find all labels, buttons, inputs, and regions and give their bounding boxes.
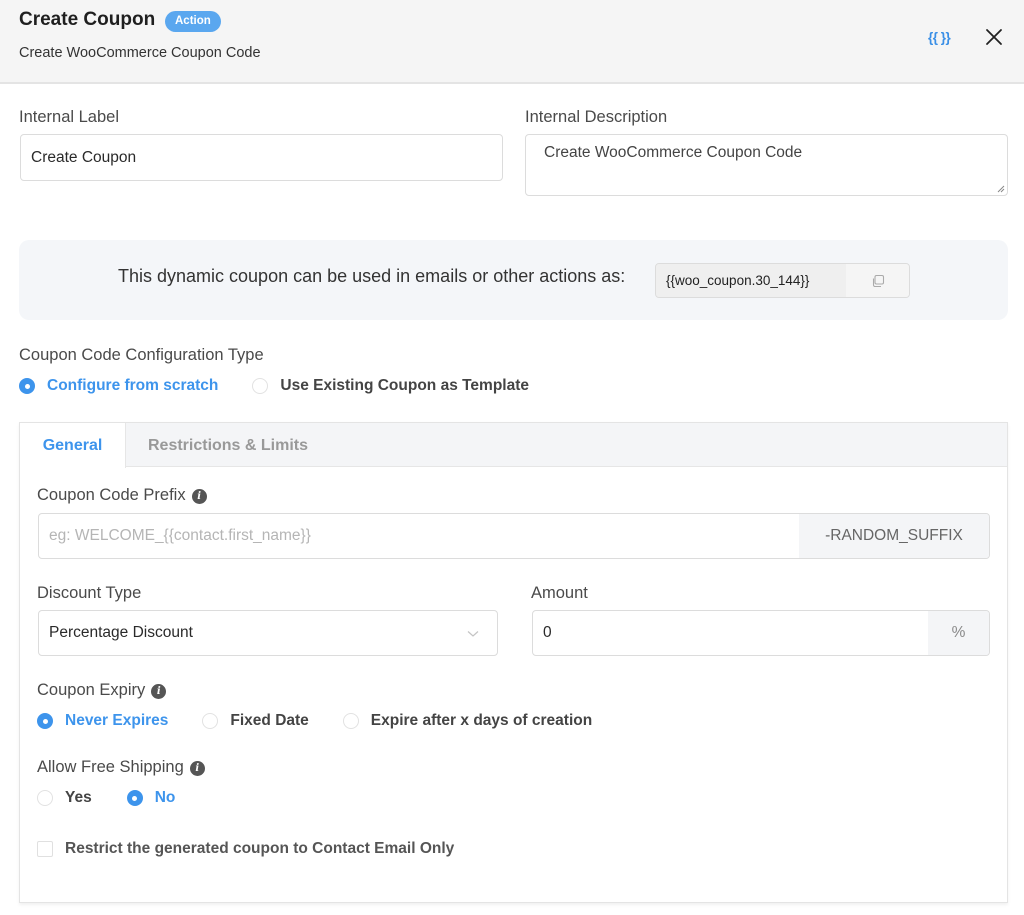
radio-never-expires[interactable]: Never Expires [37,712,168,730]
restrict-email-label: Restrict the generated coupon to Contact… [65,840,455,857]
radio-label: No [154,789,176,806]
smartcode-icon[interactable]: {{ }} [928,30,951,45]
discount-type-selected: Percentage Discount [49,624,193,641]
restrict-email-checkbox-row[interactable]: Restrict the generated coupon to Contact… [37,840,454,858]
coupon-smartcode[interactable]: {{woo_coupon.30_144}} [656,264,847,297]
coupon-prefix-placeholder: eg: WELCOME_{{contact.first_name}} [49,527,311,544]
radio-label: Use Existing Coupon as Template [280,377,530,394]
info-icon[interactable]: i [191,489,207,504]
random-suffix-addon: -RANDOM_SUFFIX [799,514,989,558]
radio-use-existing-coupon[interactable]: Use Existing Coupon as Template [252,377,529,395]
tab-restrictions-limits[interactable]: Restrictions & Limits [126,423,330,468]
copy-icon [872,274,884,287]
internal-label-input[interactable]: Create Coupon [20,134,503,181]
radio-fixed-date[interactable]: Fixed Date [202,712,309,730]
amount-label: Amount [531,584,588,602]
modal-header: Create Coupon Action Create WooCommerce … [0,0,1024,84]
chevron-down-icon [467,631,479,637]
free-shipping-label-text: Allow Free Shipping [37,758,184,776]
internal-description-value: Create WooCommerce Coupon Code [544,144,803,161]
coupon-expiry-radio-group: Never Expires Fixed Date Expire after x … [37,712,592,730]
coupon-prefix-input[interactable]: eg: WELCOME_{{contact.first_name}} -RAND… [38,513,990,559]
info-icon[interactable]: i [189,761,205,776]
internal-description-label: Internal Description [525,108,668,126]
coupon-expiry-label-text: Coupon Expiry [37,681,146,699]
radio-label: Expire after x days of creation [370,712,593,729]
radio-label: Configure from scratch [47,377,219,394]
free-shipping-radio-group: Yes No [37,789,175,807]
internal-description-textarea[interactable]: Create WooCommerce Coupon Code [525,134,1008,196]
radio-indicator [37,790,53,806]
discount-type-label: Discount Type [37,584,142,602]
free-shipping-label: Allow Free Shipping i [37,758,205,777]
radio-indicator [252,378,269,394]
internal-label-value: Create Coupon [31,148,137,166]
restrict-email-checkbox[interactable] [37,841,53,857]
coupon-prefix-label: Coupon Code Prefix i [37,486,207,505]
percent-addon: % [928,611,989,655]
coupon-expiry-label: Coupon Expiry i [37,681,167,700]
radio-indicator [126,790,143,806]
radio-indicator [37,713,53,729]
modal-title: Create Coupon [19,9,156,30]
action-badge: Action [165,11,221,32]
radio-label: Yes [65,789,92,806]
amount-input[interactable]: 0 % [532,610,990,656]
coupon-code-copy-field: {{woo_coupon.30_144}} [655,263,910,298]
tab-general[interactable]: General [20,423,126,468]
close-icon[interactable] [984,27,1004,47]
amount-value: 0 [543,624,552,641]
radio-indicator [342,713,359,729]
internal-label-label: Internal Label [19,108,119,126]
radio-label: Fixed Date [230,712,309,729]
coupon-prefix-label-text: Coupon Code Prefix [37,486,186,504]
radio-expire-after-days[interactable]: Expire after x days of creation [342,712,593,730]
radio-free-shipping-no[interactable]: No [126,789,176,807]
copy-button[interactable] [846,264,909,297]
radio-indicator [202,713,219,729]
discount-type-select[interactable]: Percentage Discount [38,610,498,656]
modal-subtitle: Create WooCommerce Coupon Code [19,45,261,61]
resize-handle-icon[interactable] [995,183,1005,193]
info-icon[interactable]: i [151,684,167,699]
radio-free-shipping-yes[interactable]: Yes [37,789,92,807]
radio-indicator [19,378,35,394]
dynamic-coupon-text: This dynamic coupon can be used in email… [118,266,626,286]
config-type-radio-group: Configure from scratch Use Existing Coup… [19,377,529,395]
config-type-label: Coupon Code Configuration Type [19,346,264,364]
radio-label: Never Expires [65,712,169,729]
radio-configure-from-scratch[interactable]: Configure from scratch [19,377,218,395]
